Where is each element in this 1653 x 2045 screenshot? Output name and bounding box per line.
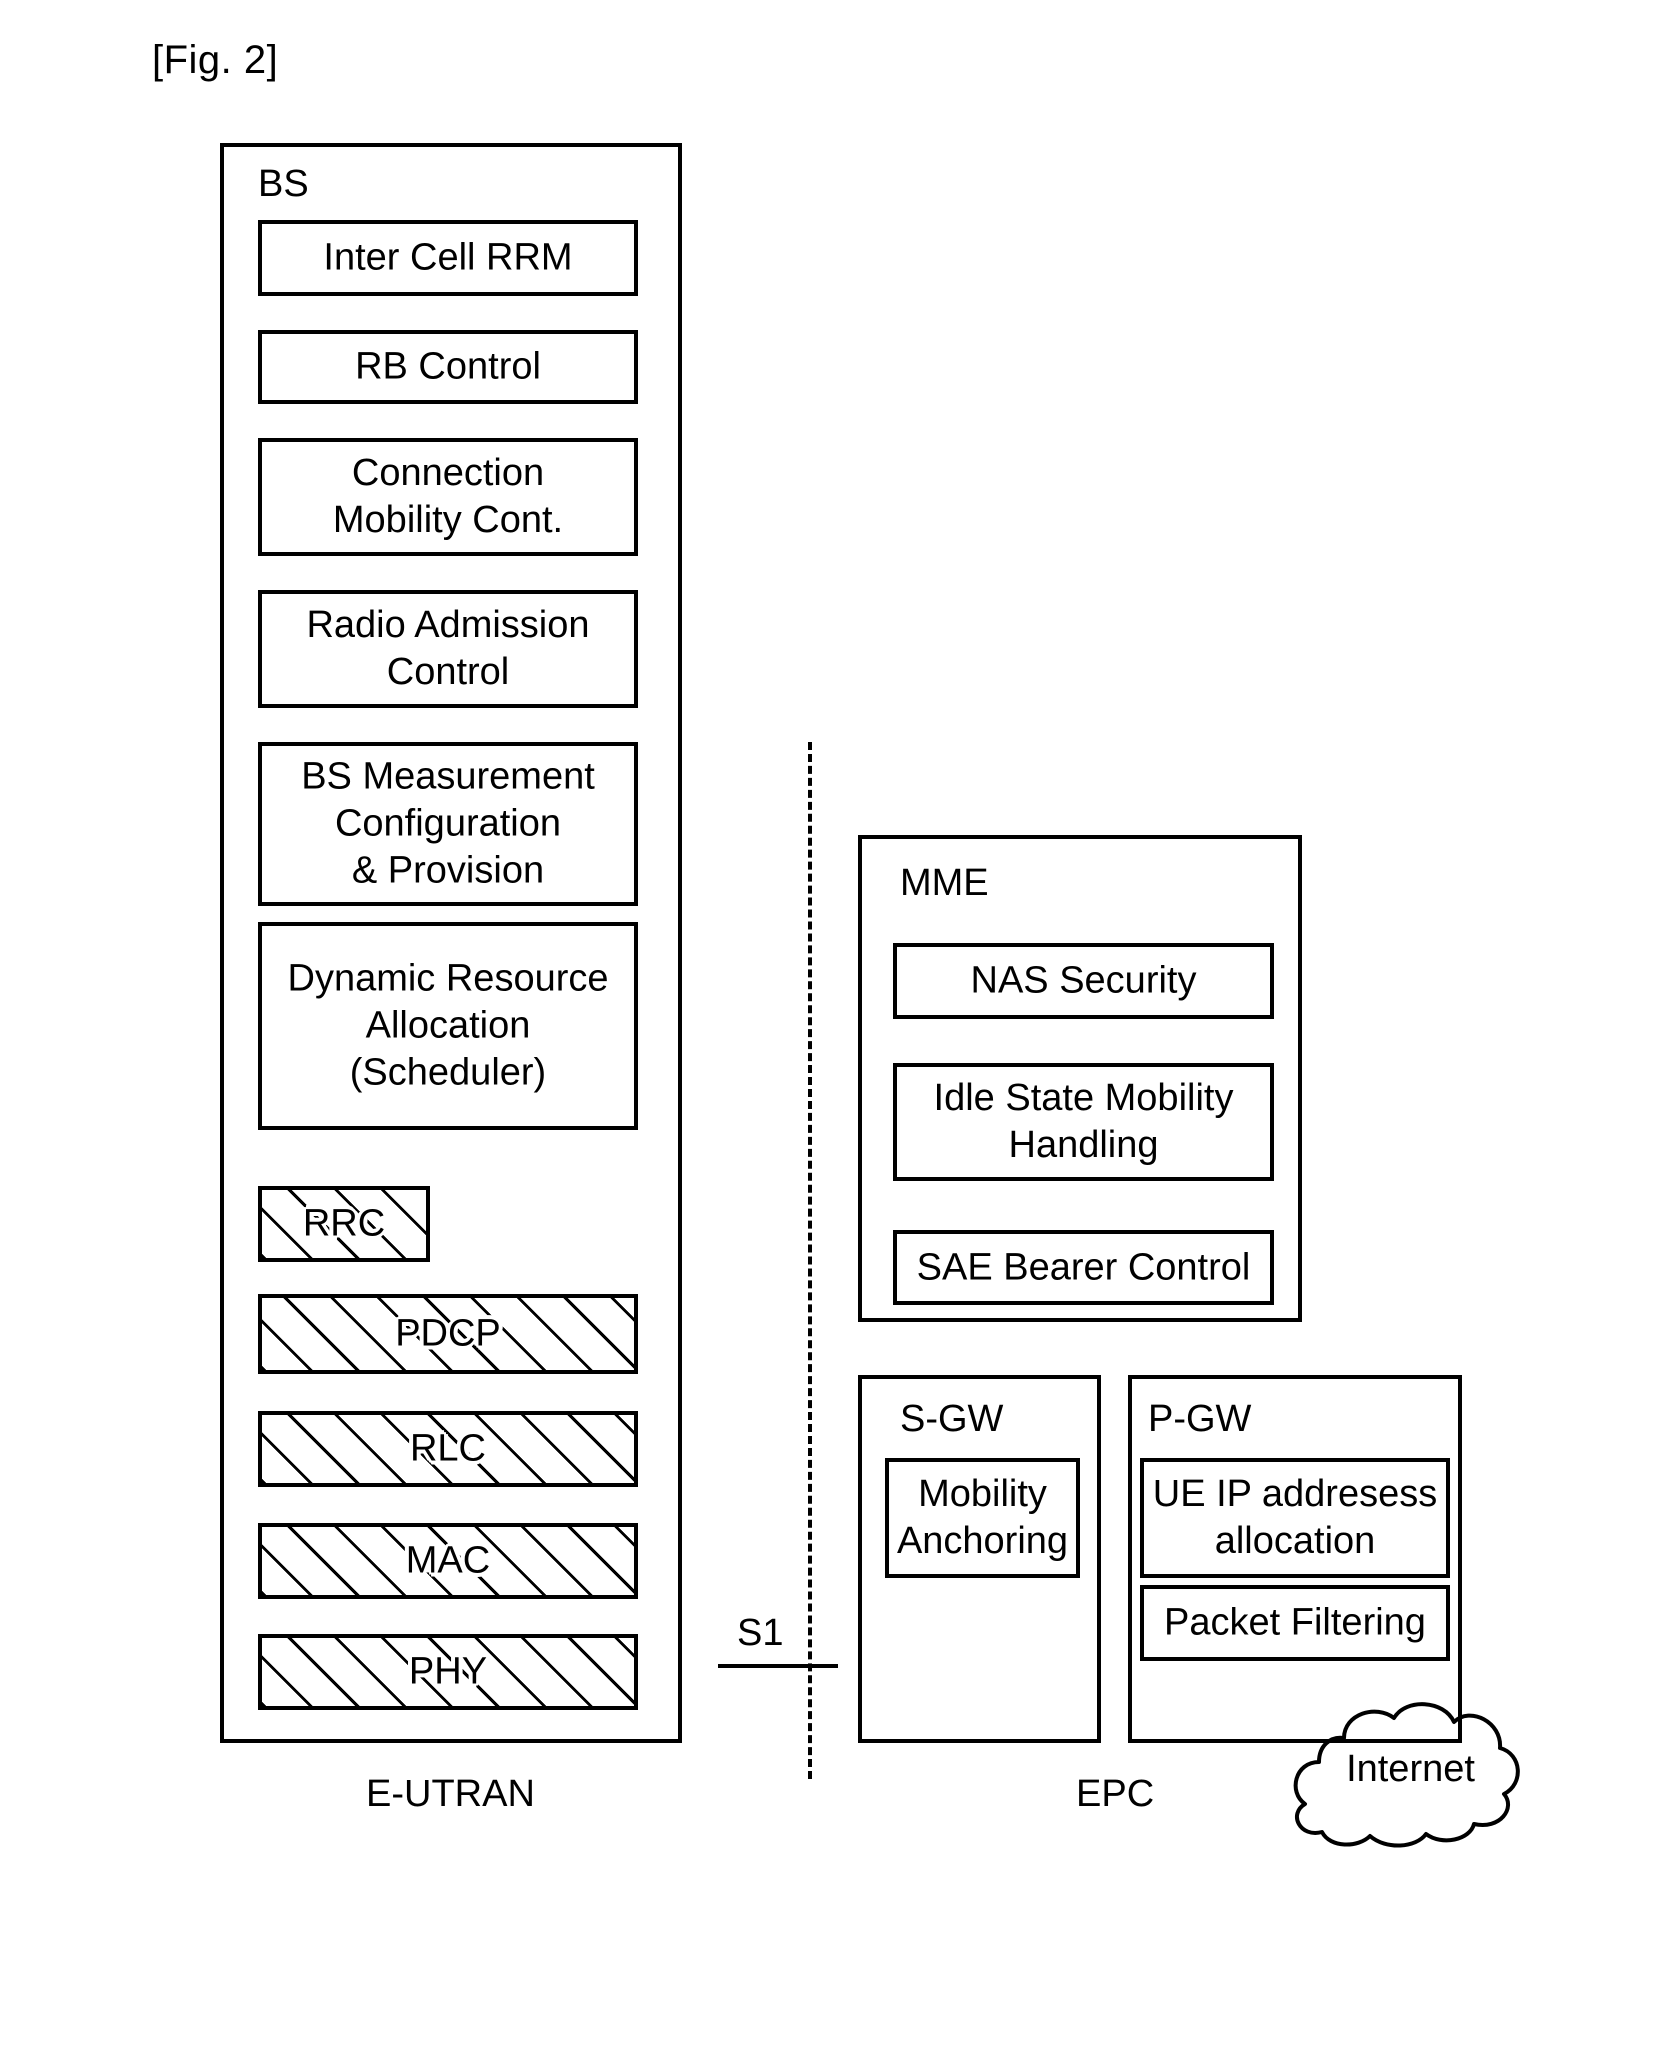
module-label: UE IP addresess allocation [1152,1473,1438,1562]
module-phy[interactable]: PHY [258,1634,638,1710]
module-rrc[interactable]: RRC [258,1186,430,1262]
module-label: Connection Mobility Cont. [332,452,564,541]
module-mobility-anchoring[interactable]: Mobility Anchoring [885,1458,1080,1578]
module-label: RB Control [355,345,541,388]
module-nas-security[interactable]: NAS Security [893,943,1274,1019]
sgw-title: S-GW [900,1398,1004,1440]
module-connection-mobility-control[interactable]: Connection Mobility Cont. [258,438,638,556]
epc-region-label: EPC [1076,1773,1155,1815]
figure-caption: [Fig. 2] [152,38,279,82]
module-idle-state-mobility-handling[interactable]: Idle State Mobility Handling [893,1063,1274,1181]
module-radio-admission-control[interactable]: Radio Admission Control [258,590,638,708]
module-mac[interactable]: MAC [258,1523,638,1599]
internet-cloud: Internet [1278,1688,1543,1848]
module-ue-ip-address-allocation[interactable]: UE IP addresess allocation [1140,1458,1450,1578]
module-pdcp[interactable]: PDCP [258,1294,638,1374]
bs-title: BS [258,163,309,205]
s1-interface-label: S1 [737,1612,784,1654]
module-rlc[interactable]: RLC [258,1411,638,1487]
module-label: Mobility Anchoring [896,1473,1069,1562]
figure-canvas: [Fig. 2] BS Inter Cell RRM RB Control Co… [0,0,1653,2045]
module-label: RLC [409,1427,487,1470]
module-label: Radio Admission Control [306,604,590,693]
mme-title: MME [900,862,989,904]
module-bs-measurement-configuration[interactable]: BS Measurement Configuration & Provision [258,742,638,906]
module-packet-filtering[interactable]: Packet Filtering [1140,1585,1450,1661]
module-label: MAC [405,1539,491,1582]
module-label: PDCP [395,1312,501,1355]
module-label: Packet Filtering [1164,1601,1426,1644]
module-sae-bearer-control[interactable]: SAE Bearer Control [893,1230,1274,1305]
internet-label: Internet [1346,1748,1475,1790]
module-dynamic-resource-allocation[interactable]: Dynamic Resource Allocation (Scheduler) [258,922,638,1130]
module-label: SAE Bearer Control [916,1246,1251,1288]
s1-interface-line [718,1664,838,1668]
eutran-epc-divider [808,742,812,1779]
module-label: Idle State Mobility Handling [933,1077,1234,1166]
module-inter-cell-rrm[interactable]: Inter Cell RRM [258,220,638,296]
module-rb-control[interactable]: RB Control [258,330,638,404]
eutran-region-label: E-UTRAN [366,1773,535,1815]
module-label: Dynamic Resource Allocation (Scheduler) [287,957,609,1094]
module-label: PHY [408,1650,488,1693]
pgw-title: P-GW [1148,1398,1252,1440]
module-label: BS Measurement Configuration & Provision [301,755,595,892]
module-label: NAS Security [970,959,1197,1002]
module-label: Inter Cell RRM [323,236,573,279]
module-label: RRC [302,1202,386,1245]
